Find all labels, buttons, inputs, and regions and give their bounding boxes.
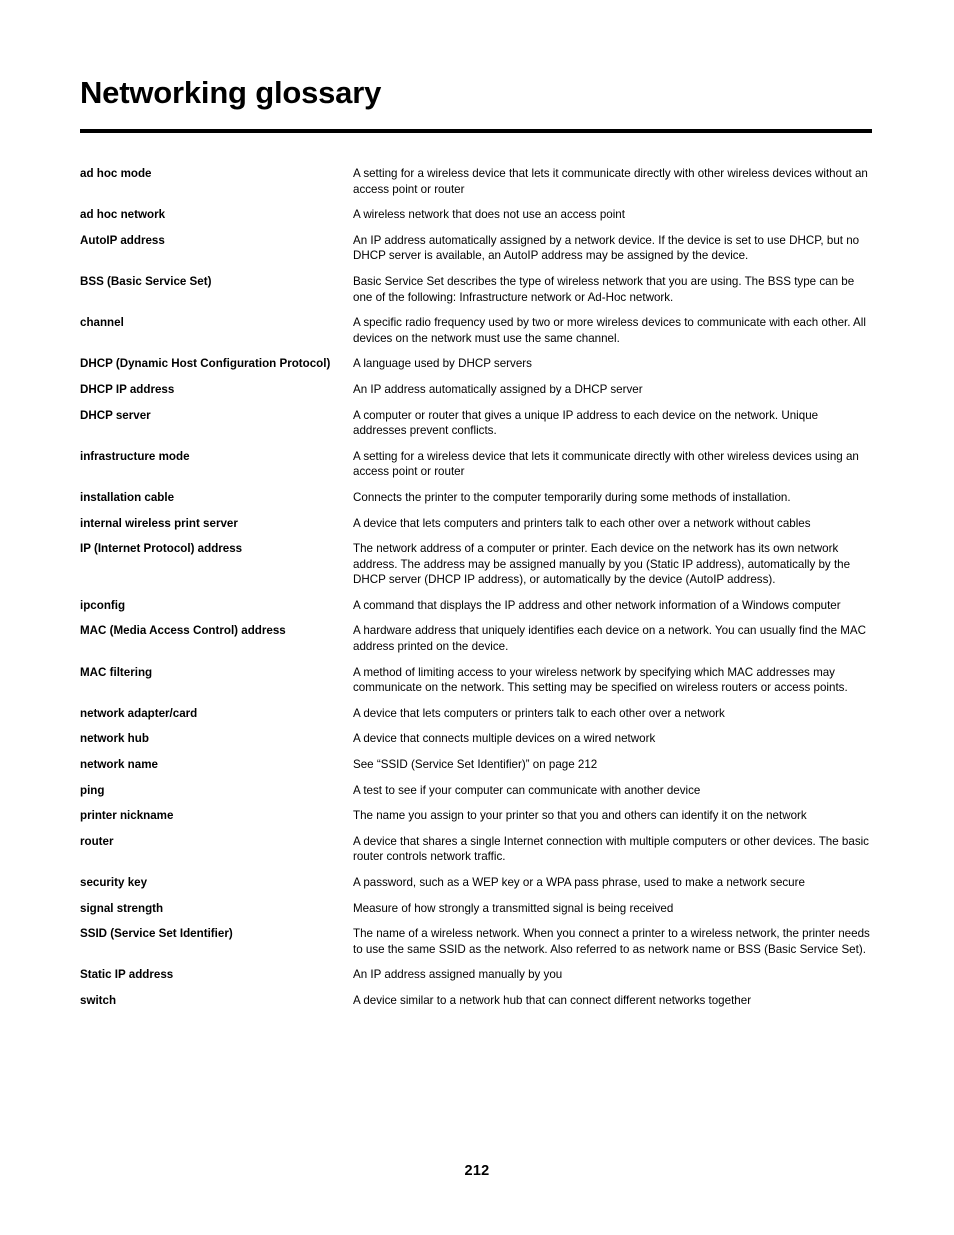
glossary-entry: DHCP server A computer or router that giv… <box>80 408 872 439</box>
glossary-definition: The name you assign to your printer so t… <box>353 809 807 823</box>
glossary-term: ipconfig <box>80 598 126 612</box>
glossary-term: DHCP server <box>80 408 151 422</box>
glossary-entry: ping A test to see if your computer can c… <box>80 783 872 799</box>
glossary-entry: ad hoc network A wireless network that do… <box>80 207 872 223</box>
glossary-entry: IP (Internet Protocol) address The networ… <box>80 541 872 588</box>
glossary-definition: See “SSID (Service Set Identifier)” on p… <box>353 758 598 772</box>
glossary-entry: network adapter/card A device that lets c… <box>80 706 872 722</box>
glossary-entry: MAC filtering A method of limiting access… <box>80 665 872 696</box>
glossary-term: ad hoc mode <box>80 167 152 180</box>
glossary-entry: infrastructure mode A setting for a wirel… <box>80 449 872 480</box>
glossary-definition: A password, such as a WEP key or a WPA p… <box>353 876 805 889</box>
glossary-definition: A setting for a wireless device that let… <box>353 167 868 196</box>
glossary-term: AutoIP address <box>80 233 165 247</box>
glossary-term: infrastructure mode <box>80 449 190 463</box>
glossary-entry: Static IP address An IP address assigned … <box>80 967 872 983</box>
glossary-entry: security key A password, such as a WEP ke… <box>80 875 872 891</box>
glossary-definition: A device similar to a network hub that c… <box>353 993 752 1007</box>
glossary-term: network name <box>80 758 158 772</box>
glossary-term: signal strength <box>80 901 164 915</box>
glossary-entry: ad hoc mode A setting for a wireless devi… <box>80 166 872 197</box>
glossary-entry: installation cable Connects the printer t… <box>80 490 872 506</box>
glossary-definition-list: ad hoc mode A setting for a wireless devi… <box>80 166 872 1009</box>
glossary-definition: A command that displays the IP address a… <box>353 598 841 612</box>
glossary-definition: Basic Service Set describes the type of … <box>353 274 855 304</box>
glossary-entry: BSS (Basic Service Set) Basic Service Set… <box>80 274 872 305</box>
glossary-term: printer nickname <box>80 809 174 823</box>
glossary-entry: ipconfig A command that displays the IP a… <box>80 598 872 614</box>
glossary-term: Static IP address <box>80 968 174 982</box>
glossary-definition: A specific radio frequency used by two o… <box>353 316 866 345</box>
glossary-term: ping <box>80 783 105 797</box>
glossary-term: network adapter/card <box>80 706 198 720</box>
glossary-entry: DHCP (Dynamic Host Configuration Protoco… <box>80 356 872 372</box>
glossary-term: IP (Internet Protocol) address <box>80 542 243 556</box>
glossary-entry: channel A specific radio frequency used b… <box>80 315 872 346</box>
document-page: Networking glossary ad hoc mode A setting… <box>0 0 954 1235</box>
page-number: 212 <box>464 1163 490 1179</box>
glossary-entry: printer nickname The name you assign to y… <box>80 808 872 824</box>
glossary-entry: network hub A device that connects multip… <box>80 731 872 747</box>
title-divider <box>80 129 872 133</box>
glossary-definition: A setting for a wireless device that let… <box>353 449 859 479</box>
glossary-definition: A device that lets computers or printers… <box>353 706 725 720</box>
glossary-definition: A hardware address that uniquely identif… <box>353 624 867 654</box>
glossary-definition: Measure of how strongly a transmitted si… <box>353 901 674 915</box>
glossary-definition: A device that connects multiple devices … <box>353 732 656 746</box>
glossary-term: DHCP IP address <box>80 382 175 396</box>
glossary-term: BSS (Basic Service Set) <box>80 274 212 288</box>
glossary-entry: internal wireless print server A device t… <box>80 516 872 532</box>
glossary-term: MAC (Media Access Control) address <box>80 624 286 638</box>
glossary-term: ad hoc network <box>80 208 166 222</box>
glossary-definition: A computer or router that gives a unique… <box>353 408 819 438</box>
glossary-definition: A language used by DHCP servers <box>353 357 532 371</box>
glossary-definition: A method of limiting access to your wire… <box>353 665 848 695</box>
glossary-definition: An IP address automatically assigned by … <box>353 233 860 263</box>
glossary-definition: A device that shares a single Internet c… <box>353 834 869 864</box>
glossary-definition: A test to see if your computer can commu… <box>353 783 701 797</box>
glossary-entry: MAC (Media Access Control) address A hard… <box>80 623 872 654</box>
glossary-definition: An IP address assigned manually by you <box>353 968 563 982</box>
glossary-term: network hub <box>80 732 149 746</box>
glossary-definition: A device that lets computers and printer… <box>353 516 811 530</box>
glossary-term: channel <box>80 316 124 330</box>
glossary-entry: DHCP IP address An IP address automatical… <box>80 382 872 398</box>
glossary-term: security key <box>80 876 148 889</box>
glossary-entry: signal strength Measure of how strongly a… <box>80 901 872 917</box>
glossary-term: installation cable <box>80 490 175 504</box>
glossary-term: DHCP (Dynamic Host Configuration Protoco… <box>80 357 331 371</box>
glossary-term: SSID (Service Set Identifier) <box>80 927 233 941</box>
glossary-entry: SSID (Service Set Identifier) The name of… <box>80 926 872 957</box>
glossary-entry: router A device that shares a single Inte… <box>80 834 872 865</box>
glossary-term: internal wireless print server <box>80 516 238 530</box>
glossary-entry: network name See “SSID (Service Set Ident… <box>80 757 872 773</box>
glossary-term: router <box>80 834 114 848</box>
glossary-definition: A wireless network that does not use an … <box>353 208 625 222</box>
glossary-definition: The network address of a computer or pri… <box>353 542 851 587</box>
glossary-term: MAC filtering <box>80 665 153 679</box>
glossary-definition: Connects the printer to the computer tem… <box>353 490 791 504</box>
page-title: Networking glossary <box>80 75 382 110</box>
glossary-entry: AutoIP address An IP address automaticall… <box>80 233 872 264</box>
glossary-entry: switch A device similar to a network hub … <box>80 993 872 1009</box>
glossary-definition: The name of a wireless network. When you… <box>353 927 870 956</box>
glossary-term: switch <box>80 993 117 1007</box>
glossary-definition: An IP address automatically assigned by … <box>353 382 643 396</box>
